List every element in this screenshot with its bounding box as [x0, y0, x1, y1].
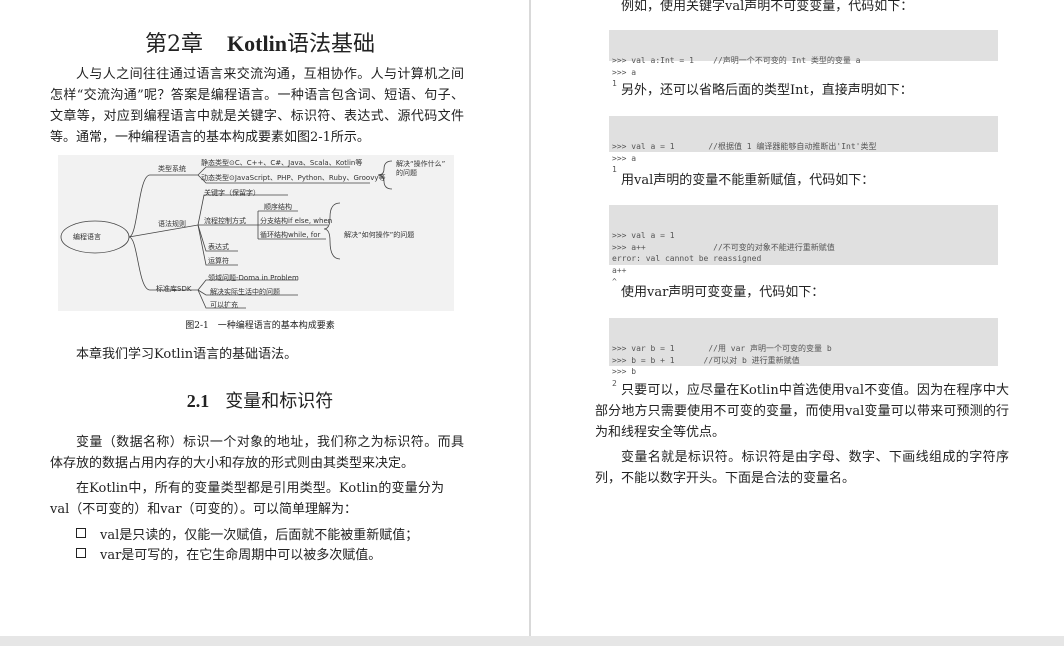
mindmap-sequence: 顺序结构	[264, 203, 292, 211]
chapter-title: 第2章 Kotlin语法基础	[145, 31, 375, 57]
mindmap-type-system: 类型系统	[158, 165, 186, 173]
mindmap-flow-control: 流程控制方式	[204, 217, 246, 225]
code-block-3: >>> val a = 1 >>> a++ //不可变的对象不能进行重新赋值 err…	[609, 205, 998, 286]
mindmap-real-life: 解决实际生活中的问题	[210, 288, 280, 296]
checkbox-bullet-icon	[76, 528, 86, 538]
text-val-no-reassign: 用val声明的变量不能重新赋值，代码如下：	[621, 173, 875, 188]
mindmap-sdk: 标准库SDK	[156, 285, 192, 293]
mindmap-branch: 分支结构if else, when	[260, 217, 333, 225]
text-var-intro: 使用var声明可变变量，代码如下：	[621, 285, 825, 300]
mindmap-keyword: 关键字（保留字）	[204, 189, 260, 197]
paragraph-1: 变量（数据名称）标识一个对象的地址，我们称之为标识符。而具体存放的数据占用内存的…	[50, 435, 464, 471]
mindmap-solve-what-1: 解决“操作什么”	[396, 160, 446, 168]
mindmap-extensible: 可以扩充	[210, 301, 238, 309]
figure-caption: 图2-1 一种编程语言的基本构成要素	[185, 321, 335, 331]
checkbox-bullet-icon	[76, 548, 86, 558]
list-item: var是可写的，在它生命周期中可以被多次赋值。	[76, 547, 381, 565]
code-block-4: >>> var b = 1 //用 var 声明一个可变的变量 b >>> b =…	[609, 318, 998, 388]
mindmap-solve-what-2: 的问题	[396, 169, 417, 177]
left-page: 第2章 Kotlin语法基础 人与人之间往往通过语言来交流沟通，互相协作。人与计算…	[0, 0, 529, 636]
code-block-1: >>> val a:Int = 1 //声明一个不可变的 Int 类型的变量 a…	[609, 30, 998, 88]
mindmap-syntax-rules: 语法规则	[158, 220, 186, 228]
chapter-note: 本章我们学习Kotlin语言的基础语法。	[76, 347, 298, 362]
mindmap-figure: 编程语言 类型系统 静态类型⊙C、C++、C#、Java、Scala、Kotli…	[58, 155, 454, 311]
intro-paragraph: 人与人之间往往通过语言来交流沟通，互相协作。人与计算机之间怎样“交流沟通”呢？答…	[50, 67, 464, 145]
mindmap-expression: 表达式	[208, 243, 229, 251]
list-item: val是只读的，仅能一次赋值，后面就不能被重新赋值；	[76, 527, 418, 545]
mindmap-static-types: 静态类型⊙C、C++、C#、Java、Scala、Kotlin等	[201, 159, 363, 167]
paragraph-prefer-val: 只要可以，应尽量在Kotlin中首选使用val不变值。因为在程序中大部分地方只需…	[595, 383, 1009, 440]
mindmap-loop: 循环结构while, for	[260, 231, 321, 239]
code-block-2: >>> val a = 1 //根据值 1 编译器能够自动推断出'Int'类型 >…	[609, 116, 998, 174]
text-val-intro: 例如，使用关键字val声明不可变变量，代码如下：	[621, 0, 914, 14]
bottom-scrollbar-area	[0, 636, 1064, 646]
mindmap-domain: 领域问题-Doma in Problem	[208, 274, 299, 282]
text-type-inference: 另外，还可以省略后面的类型Int，直接声明如下：	[621, 83, 913, 98]
paragraph-identifiers: 变量名就是标识符。标识符是由字母、数字、下画线组成的字符序列，不能以数字开头。下…	[595, 450, 1009, 486]
section-title: 2.1 变量和标识符	[186, 391, 334, 412]
mindmap-operator: 运算符	[208, 257, 229, 265]
mindmap-solve-how: 解决“如何操作”的问题	[344, 231, 415, 239]
mindmap-root: 编程语言	[73, 233, 101, 241]
mindmap-dynamic-types: 动态类型⊙JavaScript、PHP、Python、Ruby、Groovy等	[201, 174, 386, 182]
paragraph-2: 在Kotlin中，所有的变量类型都是引用类型。Kotlin的变量分为val（不可…	[50, 481, 444, 517]
